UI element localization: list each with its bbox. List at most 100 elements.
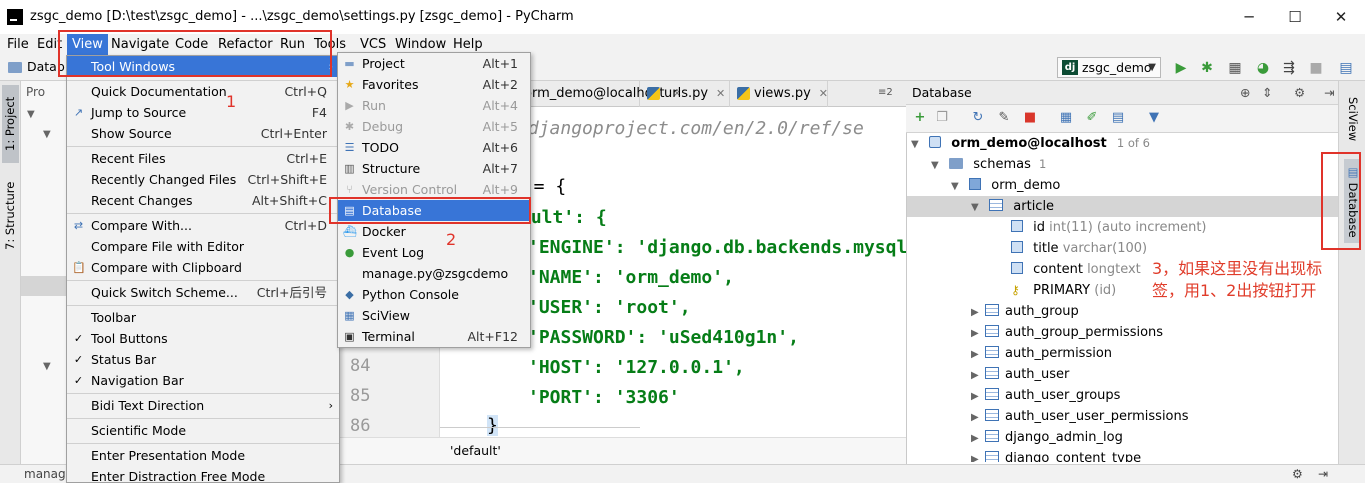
key-icon: ⚷ bbox=[1011, 283, 1020, 297]
filter-icon[interactable]: ▼ bbox=[1146, 110, 1162, 126]
debug-icon[interactable]: ✱ bbox=[1198, 59, 1216, 77]
tree-row-connection[interactable]: ▼ orm_demo@localhost 1 of 6 bbox=[911, 133, 1150, 154]
profile-icon[interactable]: ◕ bbox=[1254, 59, 1272, 77]
hide-icon[interactable]: ⇥ bbox=[1318, 465, 1328, 483]
tree-row-schemas[interactable]: ▼ schemas 1 bbox=[931, 154, 1046, 175]
key-type: (id) bbox=[1094, 283, 1117, 298]
tree-row-table[interactable]: ▶ auth_group bbox=[971, 301, 1079, 322]
menu-item-quick-switch-scheme[interactable]: Quick Switch Scheme... Ctrl+后引号 bbox=[67, 282, 339, 303]
maximize-button[interactable]: ☐ bbox=[1272, 0, 1318, 34]
target-icon[interactable]: ⊕ bbox=[1240, 81, 1250, 105]
menu-item-jump-to-source[interactable]: ↗ Jump to Source F4 bbox=[67, 102, 339, 123]
chevron-down-icon: ▼ bbox=[951, 181, 959, 192]
menu-item-run[interactable]: ▶ Run Alt+4 bbox=[338, 95, 530, 116]
tree-row-table-article[interactable]: ▼ article bbox=[907, 196, 1339, 217]
menu-item-todo[interactable]: ☰ TODO Alt+6 bbox=[338, 137, 530, 158]
run-icon[interactable]: ▶ bbox=[1172, 59, 1190, 77]
tab-overflow-button[interactable]: ≡2 bbox=[878, 87, 893, 98]
tree-row-table[interactable]: ▶ auth_user_user_permissions bbox=[971, 406, 1189, 427]
close-icon[interactable]: ✕ bbox=[716, 87, 725, 100]
code-line: 'PORT': '3306' bbox=[528, 387, 680, 408]
menu-item-favorites[interactable]: ★ Favorites Alt+2 bbox=[338, 74, 530, 95]
menu-item-structure[interactable]: ▥ Structure Alt+7 bbox=[338, 158, 530, 179]
highlight-database-tab bbox=[1321, 152, 1361, 250]
stop-icon[interactable]: ■ bbox=[1022, 110, 1038, 126]
tab-sciview[interactable]: SciView bbox=[1344, 89, 1361, 149]
close-button[interactable]: ✕ bbox=[1318, 0, 1364, 34]
tree-row-column[interactable]: content longtext bbox=[1011, 259, 1141, 280]
table-icon bbox=[985, 430, 999, 442]
sciview-icon: ▦ bbox=[344, 309, 355, 322]
tree-row-table[interactable]: ▶ django_content_type bbox=[971, 448, 1141, 462]
project-panel-tab[interactable]: Pro bbox=[26, 85, 45, 99]
gear-icon[interactable]: ⚙ bbox=[1294, 81, 1305, 105]
tree-row-table[interactable]: ▶ auth_user_groups bbox=[971, 385, 1120, 406]
menu-item-docker[interactable]: ⛴ Docker bbox=[338, 221, 530, 242]
tree-row-table[interactable]: ▶ auth_group_permissions bbox=[971, 322, 1163, 343]
menu-item-recent-changes[interactable]: Recent Changes Alt+Shift+C bbox=[67, 190, 339, 211]
tree-row-column[interactable]: id int(11) (auto increment) bbox=[1011, 217, 1207, 238]
tree-row-key[interactable]: ⚷ PRIMARY (id) bbox=[1011, 280, 1116, 301]
menu-item-navigation-bar[interactable]: ✓ Navigation Bar bbox=[67, 370, 339, 391]
table-icon bbox=[985, 451, 999, 462]
menu-item-project[interactable]: ▬ Project Alt+1 bbox=[338, 53, 530, 74]
tab-views-py[interactable]: views.py ✕ bbox=[732, 81, 828, 107]
menu-item-recent-files[interactable]: Recent Files Ctrl+E bbox=[67, 148, 339, 169]
menu-item-compare-file-with-editor[interactable]: Compare File with Editor bbox=[67, 236, 339, 257]
collapse-icon[interactable]: ⇕ bbox=[1262, 81, 1272, 105]
tab-structure[interactable]: 7: Structure bbox=[2, 173, 19, 259]
menu-item-compare-with-clipboard[interactable]: 📋 Compare with Clipboard bbox=[67, 257, 339, 278]
table-name: django_admin_log bbox=[1005, 430, 1123, 445]
minimize-button[interactable]: ─ bbox=[1226, 0, 1272, 34]
menu-item-scientific-mode[interactable]: Scientific Mode bbox=[67, 420, 339, 441]
django-icon: dj bbox=[1062, 60, 1078, 75]
menu-item-bidi-text-direction[interactable]: Bidi Text Direction › bbox=[67, 395, 339, 416]
coverage-icon[interactable]: ▦ bbox=[1226, 59, 1244, 77]
view-menu: Tool Windows › Quick Documentation Ctrl+Q … bbox=[66, 55, 340, 483]
properties-icon[interactable]: ✎ bbox=[996, 110, 1012, 126]
copy-icon[interactable]: ❐ bbox=[934, 110, 950, 126]
tree-row-column[interactable]: title varchar(100) bbox=[1011, 238, 1147, 259]
tab-project[interactable]: 1: Project bbox=[2, 85, 19, 163]
close-icon[interactable]: ✕ bbox=[819, 87, 828, 100]
refresh-icon[interactable]: ↻ bbox=[970, 110, 986, 126]
tab-orm-demo-localhost[interactable]: orm_demo@localhost ✕ bbox=[516, 81, 682, 107]
menu-item-toolbar[interactable]: Toolbar bbox=[67, 307, 339, 328]
menu-item-manage-py[interactable]: manage.py@zsgcdemo bbox=[338, 263, 530, 284]
menu-file[interactable]: File bbox=[2, 34, 34, 55]
pycharm-icon bbox=[7, 9, 23, 25]
menu-item-recently-changed-files[interactable]: Recently Changed Files Ctrl+Shift+E bbox=[67, 169, 339, 190]
tree-row-table[interactable]: ▶ auth_user bbox=[971, 364, 1069, 385]
table-view-icon[interactable]: ▦ bbox=[1058, 110, 1074, 126]
menu-item-quick-documentation[interactable]: Quick Documentation Ctrl+Q bbox=[67, 81, 339, 102]
menu-item-distraction-free-mode[interactable]: Enter Distraction Free Mode bbox=[67, 466, 339, 483]
tab-urls-py[interactable]: urls.py ✕ bbox=[642, 81, 730, 107]
edit-source-icon[interactable]: ✐ bbox=[1084, 110, 1100, 126]
menu-item-tool-buttons[interactable]: ✓ Tool Buttons bbox=[67, 328, 339, 349]
check-icon: ✓ bbox=[73, 374, 84, 387]
tree-row-table[interactable]: ▶ django_admin_log bbox=[971, 427, 1123, 448]
database-panel-header: Database ⊕ ⇕ ⚙ ⇥ bbox=[906, 81, 1338, 105]
menu-item-debug[interactable]: ✱ Debug Alt+5 bbox=[338, 116, 530, 137]
console-icon[interactable]: ▤ bbox=[1110, 110, 1126, 126]
editor-breadcrumb[interactable]: 'default' bbox=[340, 437, 906, 464]
gear-icon[interactable]: ⚙ bbox=[1292, 465, 1303, 483]
menu-item-sciview[interactable]: ▦ SciView bbox=[338, 305, 530, 326]
menu-item-status-bar[interactable]: ✓ Status Bar bbox=[67, 349, 339, 370]
menu-item-show-source[interactable]: Show Source Ctrl+Enter bbox=[67, 123, 339, 144]
tree-row-schema[interactable]: ▼ orm_demo bbox=[951, 175, 1060, 196]
run-config-select[interactable]: dj zsgc_demo ▼ bbox=[1057, 57, 1161, 78]
menu-item-python-console[interactable]: ◆ Python Console bbox=[338, 284, 530, 305]
menu-item-terminal[interactable]: ▣ Terminal Alt+F12 bbox=[338, 326, 530, 347]
tree-row-table[interactable]: ▶ auth_permission bbox=[971, 343, 1112, 364]
concurrency-icon[interactable]: ⇶ bbox=[1280, 59, 1298, 77]
menu-item-compare-with[interactable]: ⇄ Compare With... Ctrl+D bbox=[67, 215, 339, 236]
menu-item-event-log[interactable]: ● Event Log bbox=[338, 242, 530, 263]
menu-item-presentation-mode[interactable]: Enter Presentation Mode bbox=[67, 445, 339, 466]
hide-icon[interactable]: ⇥ bbox=[1324, 81, 1334, 105]
add-icon[interactable]: + bbox=[912, 110, 928, 126]
project-selected-row[interactable] bbox=[21, 276, 67, 296]
stop-icon[interactable]: ■ bbox=[1307, 59, 1325, 77]
project-structure-icon[interactable]: ▤ bbox=[1337, 59, 1355, 77]
tab-label: urls.py bbox=[664, 86, 709, 101]
